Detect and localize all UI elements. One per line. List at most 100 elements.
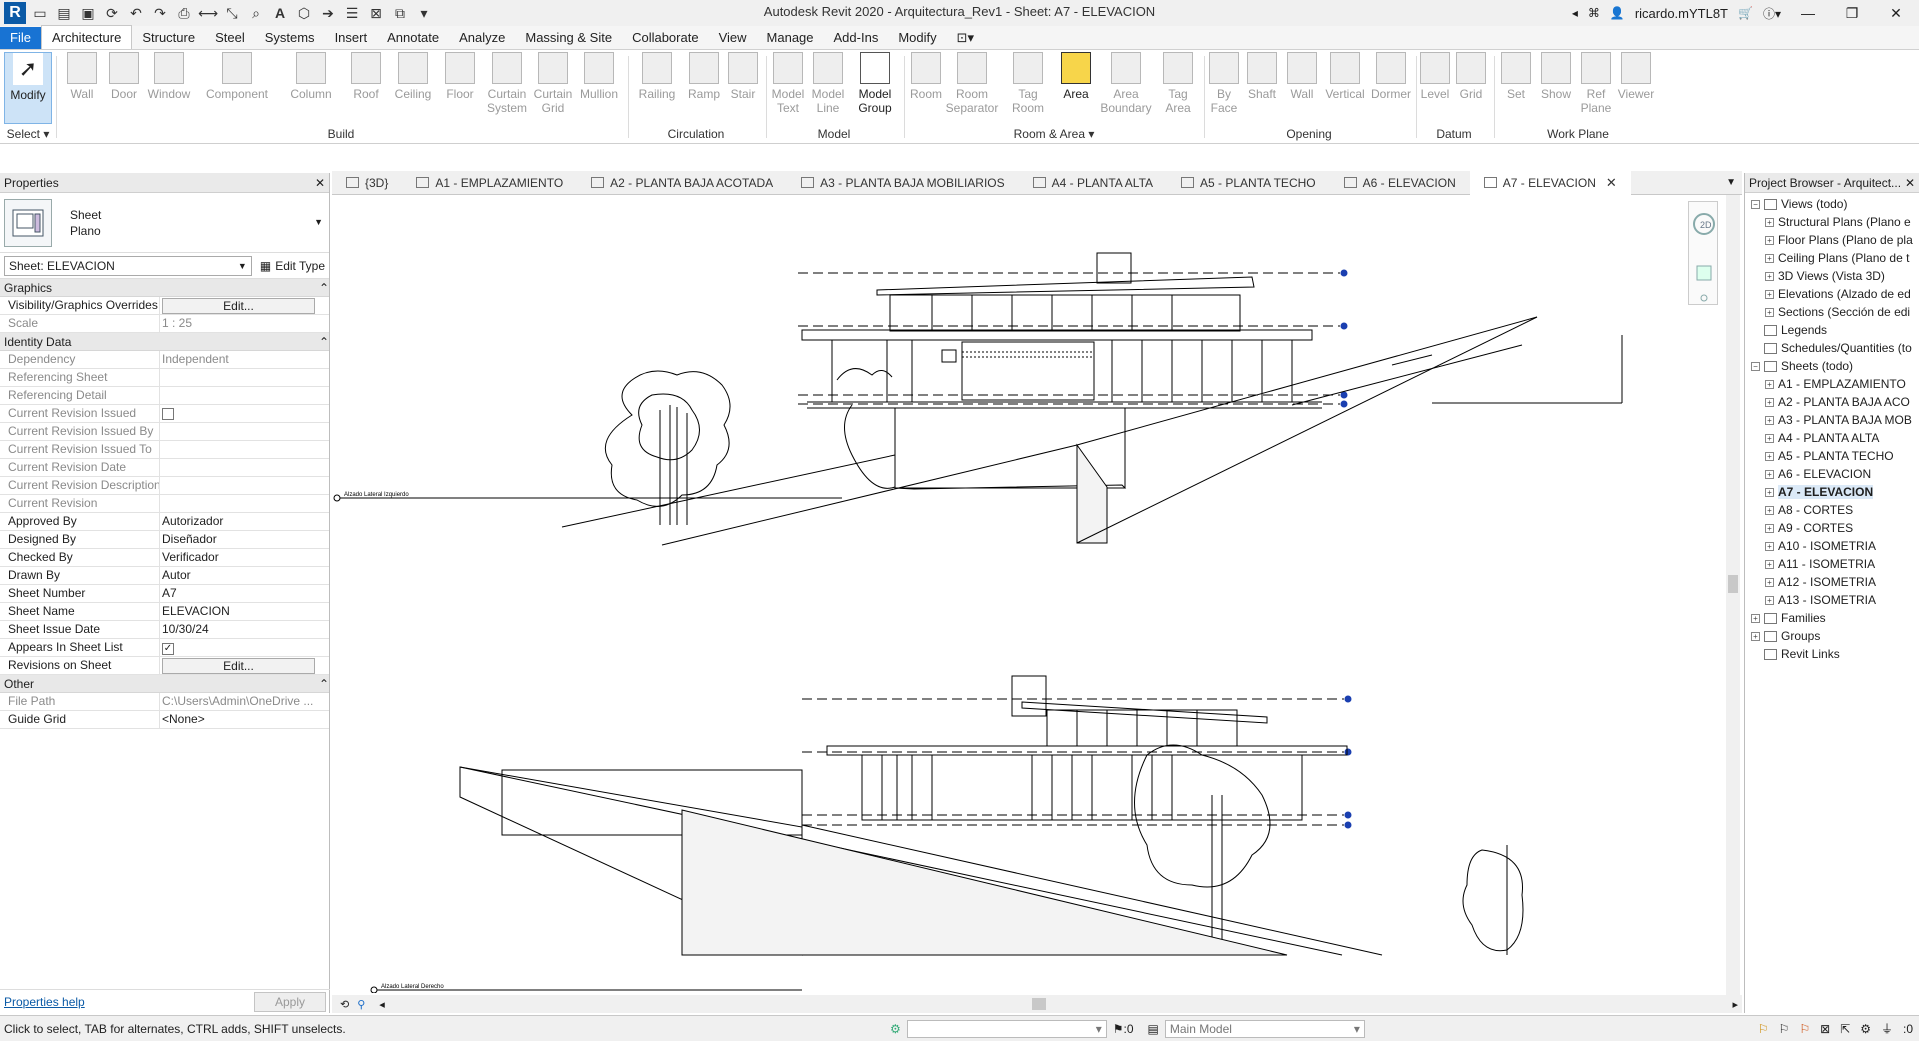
view-tab-a3-planta-baja-mobiliarios[interactable]: A3 - PLANTA BAJA MOBILIARIOS [787, 171, 1019, 195]
expand-icon[interactable]: + [1765, 235, 1774, 245]
revit-logo-icon[interactable]: R [4, 2, 26, 24]
section-icon[interactable]: ➔ [318, 3, 338, 23]
tab-annotate[interactable]: Annotate [377, 27, 449, 49]
browser-item-a6-elevacion[interactable]: + A6 - ELEVACION [1745, 465, 1919, 483]
browser-item-schedules-quantities-to[interactable]: Schedules/Quantities (to [1745, 339, 1919, 357]
expand-icon[interactable]: + [1765, 271, 1774, 281]
link-select-icon[interactable]: ⚐ [1758, 1022, 1769, 1036]
collapse-icon[interactable]: ⌃ [319, 281, 329, 295]
tab-view[interactable]: View [709, 27, 757, 49]
expand-icon[interactable]: + [1765, 559, 1774, 569]
expand-icon[interactable]: + [1765, 487, 1774, 497]
component-button[interactable]: Component [200, 52, 274, 124]
show-button[interactable]: Show [1536, 52, 1576, 124]
set-button[interactable]: Set [1498, 52, 1534, 124]
pinned-select-icon[interactable]: ⚐ [1799, 1022, 1810, 1036]
view-tab-a5-planta-techo[interactable]: A5 - PLANTA TECHO [1167, 171, 1330, 195]
drag-select-icon[interactable]: ⇱ [1840, 1022, 1850, 1036]
user-icon[interactable]: 👤 [1610, 6, 1625, 20]
type-selector[interactable]: Sheet Plano ▼ [0, 193, 329, 253]
thin-lines-icon[interactable]: ☰ [342, 3, 362, 23]
tab-modify[interactable]: Modify [888, 27, 946, 49]
close-icon[interactable]: ✕ [1905, 176, 1915, 190]
property-value[interactable]: ELEVACION [160, 603, 317, 620]
shaft-button[interactable]: Shaft [1242, 52, 1282, 124]
tag-room-button[interactable]: Tag Room [1008, 52, 1048, 124]
select-panel-label[interactable]: Select ▾ [4, 127, 52, 141]
room-separator-button[interactable]: Room Separator [946, 52, 998, 124]
expand-icon[interactable]: + [1765, 433, 1774, 443]
dormer-button[interactable]: Dormer [1368, 52, 1414, 124]
print-icon[interactable]: ⎙ [174, 3, 194, 23]
expand-icon[interactable]: + [1765, 595, 1774, 605]
tab-systems[interactable]: Systems [255, 27, 325, 49]
tab-massing-site[interactable]: Massing & Site [515, 27, 622, 49]
close-window-button[interactable]: ✕ [1879, 5, 1913, 22]
property-value[interactable]: 10/30/24 [160, 621, 317, 638]
wall-button[interactable]: Wall [62, 52, 102, 124]
roof-button[interactable]: Roof [346, 52, 386, 124]
expand-icon[interactable]: + [1765, 451, 1774, 461]
tab-architecture[interactable]: Architecture [40, 25, 133, 49]
worksets-icon[interactable]: ⚙ [890, 1022, 901, 1036]
collapse-icon[interactable]: ⌃ [319, 677, 329, 691]
customize-qat-icon[interactable]: ▾ [414, 3, 434, 23]
folder-icon[interactable]: ▤ [54, 3, 74, 23]
floor-button[interactable]: Floor [440, 52, 480, 124]
sync-icon[interactable]: ⟳ [102, 3, 122, 23]
cart-icon[interactable]: 🛒 [1738, 6, 1753, 20]
view-tab-a7-elevacion[interactable]: A7 - ELEVACION ✕ [1469, 170, 1631, 195]
browser-item-a5-planta-techo[interactable]: + A5 - PLANTA TECHO [1745, 447, 1919, 465]
design-option-dropdown[interactable]: Main Model ▾ [1164, 1019, 1365, 1038]
ramp-button[interactable]: Ramp [684, 52, 724, 124]
property-value[interactable]: Autor [160, 567, 317, 584]
curtain-system-button[interactable]: Curtain System [484, 52, 530, 124]
type-dropdown-icon[interactable]: ▼ [314, 217, 323, 227]
tab-insert[interactable]: Insert [325, 27, 378, 49]
properties-help-link[interactable]: Properties help [4, 995, 85, 1009]
measure-icon[interactable]: ⟷ [198, 3, 218, 23]
model-line-button[interactable]: Model Line [808, 52, 848, 124]
browser-item-a13-isometria[interactable]: + A13 - ISOMETRIA [1745, 591, 1919, 609]
modify-button[interactable]: ➚ Modify [4, 52, 52, 124]
edit-type-button[interactable]: ▦ Edit Type [260, 259, 325, 273]
browser-item-a10-isometria[interactable]: + A10 - ISOMETRIA [1745, 537, 1919, 555]
browser-item-legends[interactable]: Legends [1745, 321, 1919, 339]
browser-item-views-todo[interactable]: − Views (todo) [1745, 195, 1919, 213]
expand-icon[interactable]: + [1765, 415, 1774, 425]
area-button[interactable]: Area [1058, 52, 1094, 124]
browser-item-sheets-todo[interactable]: − Sheets (todo) [1745, 357, 1919, 375]
undo-icon[interactable]: ↶ [126, 3, 146, 23]
browser-item-families[interactable]: + Families [1745, 609, 1919, 627]
underlay-select-icon[interactable]: ⚐ [1779, 1022, 1790, 1036]
property-value[interactable]: Diseñador [160, 531, 317, 548]
save-icon[interactable]: ▣ [78, 3, 98, 23]
collapse-icon[interactable]: ⌃ [319, 335, 329, 349]
expand-icon[interactable]: + [1765, 253, 1774, 263]
open-icon[interactable]: ▭ [30, 3, 50, 23]
grid-button[interactable]: Grid [1454, 52, 1488, 124]
group-graphics[interactable]: Graphics ⌃ [0, 279, 329, 297]
browser-item-a11-isometria[interactable]: + A11 - ISOMETRIA [1745, 555, 1919, 573]
model-group-button[interactable]: Model Group [852, 52, 898, 124]
tab-steel[interactable]: Steel [205, 27, 255, 49]
expand-icon[interactable]: + [1765, 541, 1774, 551]
by-face-button[interactable]: By Face [1206, 52, 1242, 124]
expand-icon[interactable]: + [1765, 577, 1774, 587]
browser-item-sections-secci-n-de-edi[interactable]: + Sections (Sección de edi [1745, 303, 1919, 321]
browser-item-a2-planta-baja-aco[interactable]: + A2 - PLANTA BAJA ACO [1745, 393, 1919, 411]
tabs-menu-icon[interactable]: ▼ [1726, 177, 1736, 188]
expand-icon[interactable]: + [1765, 289, 1774, 299]
edit-button[interactable]: Edit... [162, 298, 315, 314]
group-identity-data[interactable]: Identity Data ⌃ [0, 333, 329, 351]
pin-icon[interactable]: ⚲ [357, 998, 365, 1011]
browser-item-revit-links[interactable]: Revit Links [1745, 645, 1919, 663]
view-tab-a2-planta-baja-acotada[interactable]: A2 - PLANTA BAJA ACOTADA [577, 171, 787, 195]
ribbon-options-icon[interactable]: ⊡▾ [947, 27, 984, 49]
expand-icon[interactable]: + [1765, 505, 1774, 515]
tab-collaborate[interactable]: Collaborate [622, 27, 709, 49]
ref-plane-button[interactable]: Ref Plane [1578, 52, 1614, 124]
background-process-icon[interactable]: ⚙ [1860, 1022, 1871, 1036]
expand-icon[interactable]: + [1765, 307, 1774, 317]
opening-wall-button[interactable]: Wall [1282, 52, 1322, 124]
